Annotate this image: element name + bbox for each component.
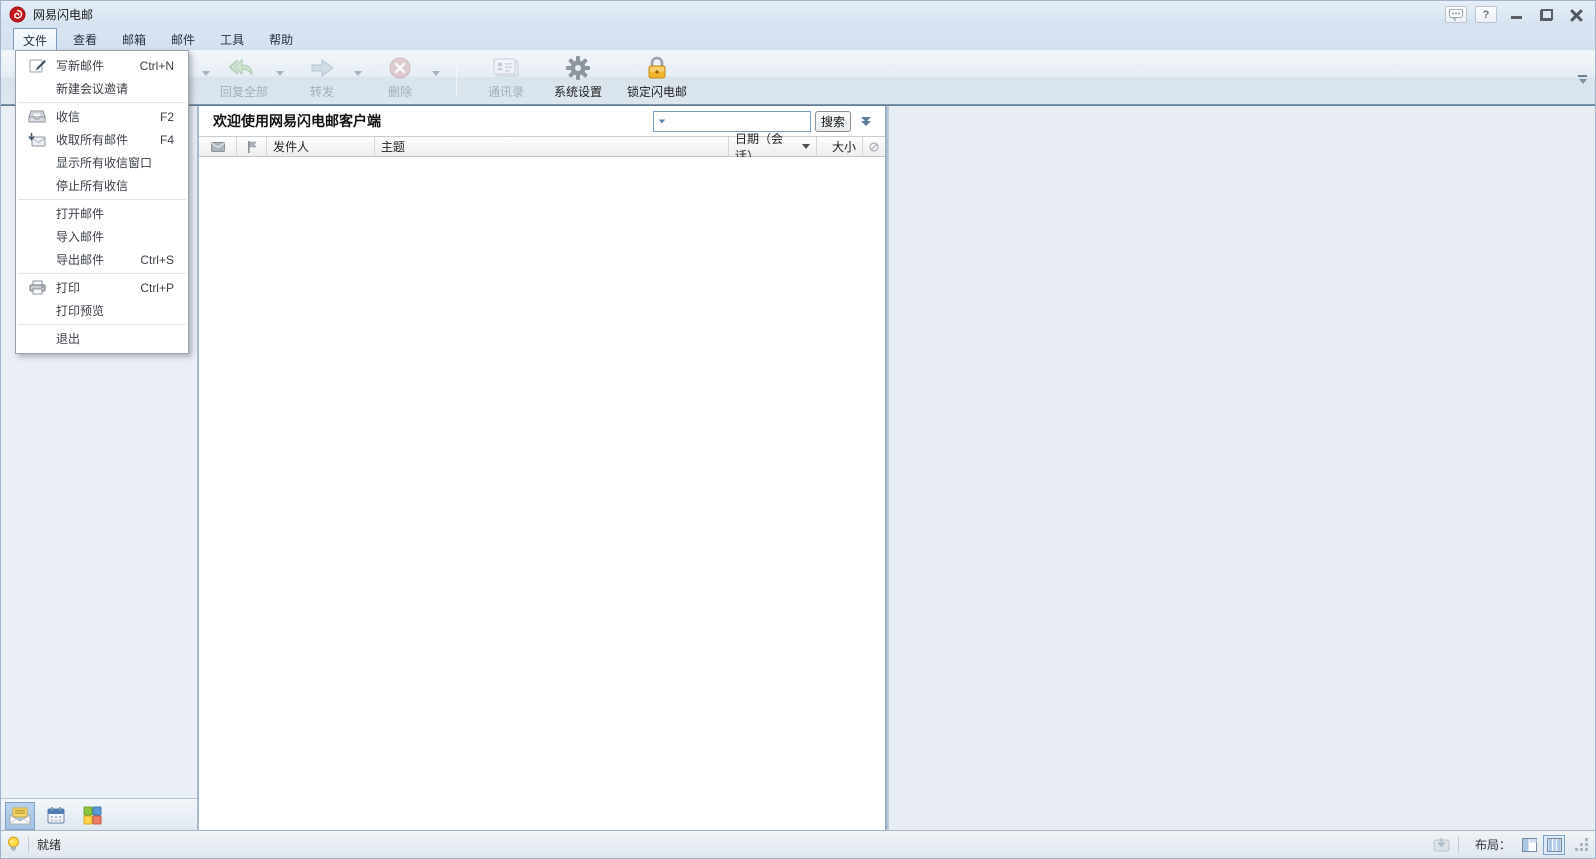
delete-dropdown-icon[interactable]	[432, 71, 440, 76]
message-list-body[interactable]	[199, 157, 885, 832]
settings-button[interactable]: 系统设置	[541, 54, 615, 100]
contacts-icon	[471, 54, 541, 82]
menu-bar: 文件 查看 邮箱 邮件 工具 帮助	[1, 28, 1595, 50]
menu-item-import-mail[interactable]: 导入邮件	[16, 225, 188, 248]
column-attachment[interactable]	[863, 137, 885, 156]
menu-tools[interactable]: 工具	[211, 28, 253, 50]
restore-icon[interactable]	[1535, 6, 1557, 23]
column-subject[interactable]: 主题	[375, 137, 729, 156]
search-text-field[interactable]	[669, 114, 800, 128]
menu-separator	[18, 324, 186, 325]
search-expand-icon[interactable]	[861, 117, 871, 126]
mail-view-icon[interactable]	[5, 801, 35, 830]
forward-button[interactable]: 转发	[290, 54, 354, 100]
menu-separator	[18, 102, 186, 103]
search-scope-dropdown-icon[interactable]	[658, 119, 666, 123]
column-size[interactable]: 大小	[817, 137, 863, 156]
menu-help[interactable]: 帮助	[260, 28, 302, 50]
menu-separator	[18, 273, 186, 274]
feedback-bubble-icon[interactable]	[1445, 6, 1467, 23]
column-flag[interactable]	[237, 137, 267, 156]
reply-all-dropdown-icon[interactable]	[276, 71, 284, 76]
status-separator	[28, 836, 29, 853]
menu-item-receive[interactable]: 收信 F2	[16, 105, 188, 128]
reply-all-button[interactable]: 回复全部	[212, 54, 276, 100]
lock-icon	[615, 54, 699, 82]
status-separator	[1457, 836, 1459, 853]
toolbar: 回复全部 转发 删除 通讯录 系统设置 锁定闪电邮	[1, 50, 1595, 105]
menu-item-export-mail[interactable]: 导出邮件 Ctrl+S	[16, 248, 188, 271]
delete-icon	[368, 54, 432, 82]
menu-item-exit[interactable]: 退出	[16, 327, 188, 350]
toolbar-overflow-icon[interactable]	[1578, 75, 1587, 84]
resize-grip[interactable]	[1575, 837, 1589, 852]
layout-label: 布局：	[1474, 838, 1511, 852]
reading-pane	[889, 106, 1595, 832]
send-receive-icon[interactable]	[1433, 837, 1450, 852]
file-menu-popup: 写新邮件 Ctrl+N 新建会议邀请 收信 F2 收取所有邮件 F4 显示所有收…	[15, 50, 189, 354]
menu-separator	[18, 199, 186, 200]
content-area: 欢迎使用网易闪电邮客户端 搜索 发件人 主题 日期（会话） 大小	[1, 105, 1595, 832]
column-header-row: 发件人 主题 日期（会话） 大小	[199, 132, 885, 163]
inbox-icon	[24, 109, 50, 124]
lock-app-button[interactable]: 锁定闪电邮	[615, 54, 699, 100]
menu-item-stop-receiving[interactable]: 停止所有收信	[16, 174, 188, 197]
plugins-view-icon[interactable]	[77, 802, 107, 830]
menu-view[interactable]: 查看	[64, 28, 106, 50]
flag-icon	[247, 140, 257, 153]
menu-item-show-receive-windows[interactable]: 显示所有收信窗口	[16, 151, 188, 174]
menu-mailbox[interactable]: 邮箱	[113, 28, 155, 50]
menu-mail[interactable]: 邮件	[162, 28, 204, 50]
search-button[interactable]: 搜索	[814, 110, 851, 132]
help-icon[interactable]: ?	[1475, 6, 1497, 23]
column-date[interactable]: 日期（会话）	[729, 132, 817, 163]
mail-state-icon	[210, 141, 225, 152]
message-list-panel: 欢迎使用网易闪电邮客户端 搜索 发件人 主题 日期（会话） 大小	[199, 106, 885, 832]
sort-arrow-icon	[802, 144, 810, 149]
printer-icon	[24, 280, 50, 295]
menu-item-open-mail[interactable]: 打开邮件	[16, 202, 188, 225]
column-mail-state[interactable]	[199, 137, 237, 156]
help-glyph: ?	[1482, 8, 1490, 21]
layout-vertical-icon[interactable]	[1543, 834, 1565, 855]
calendar-view-icon[interactable]	[41, 802, 71, 830]
close-icon[interactable]	[1565, 6, 1587, 23]
menu-item-receive-all[interactable]: 收取所有邮件 F4	[16, 128, 188, 151]
status-bulb-icon	[7, 836, 20, 853]
reply-all-icon	[212, 54, 276, 82]
column-sender[interactable]: 发件人	[267, 137, 375, 156]
inbox-all-icon	[24, 132, 50, 148]
app-logo-icon	[9, 6, 26, 23]
compose-icon	[24, 58, 50, 74]
menu-item-compose[interactable]: 写新邮件 Ctrl+N	[16, 54, 188, 77]
menu-file[interactable]: 文件	[13, 28, 58, 50]
forward-icon	[290, 54, 354, 82]
delete-button[interactable]: 删除	[368, 54, 432, 100]
welcome-text: 欢迎使用网易闪电邮客户端	[213, 113, 381, 129]
contacts-button[interactable]: 通讯录	[471, 54, 541, 100]
forward-dropdown-icon[interactable]	[354, 71, 362, 76]
status-text: 就绪	[37, 838, 62, 852]
reply-dropdown-icon[interactable]	[202, 71, 210, 76]
no-attachment-icon	[869, 141, 879, 152]
menu-item-new-meeting[interactable]: 新建会议邀请	[16, 77, 188, 100]
status-bar: 就绪 布局：	[1, 830, 1595, 858]
layout-horizontal-icon[interactable]	[1518, 835, 1540, 855]
window-title: 网易闪电邮	[33, 8, 94, 22]
toolbar-separator	[456, 56, 457, 96]
minimize-icon[interactable]	[1505, 6, 1527, 23]
gear-icon	[541, 54, 615, 82]
title-bar: 网易闪电邮 ?	[1, 1, 1595, 28]
app-window: 网易闪电邮 ? 文件 查看 邮箱 邮件 工具 帮助 回复全部 转发 删除 通讯录…	[0, 0, 1596, 859]
menu-item-print-preview[interactable]: 打印预览	[16, 299, 188, 322]
search-input[interactable]	[652, 110, 811, 132]
menu-item-print[interactable]: 打印 Ctrl+P	[16, 276, 188, 299]
sidebar-dock	[1, 798, 197, 832]
